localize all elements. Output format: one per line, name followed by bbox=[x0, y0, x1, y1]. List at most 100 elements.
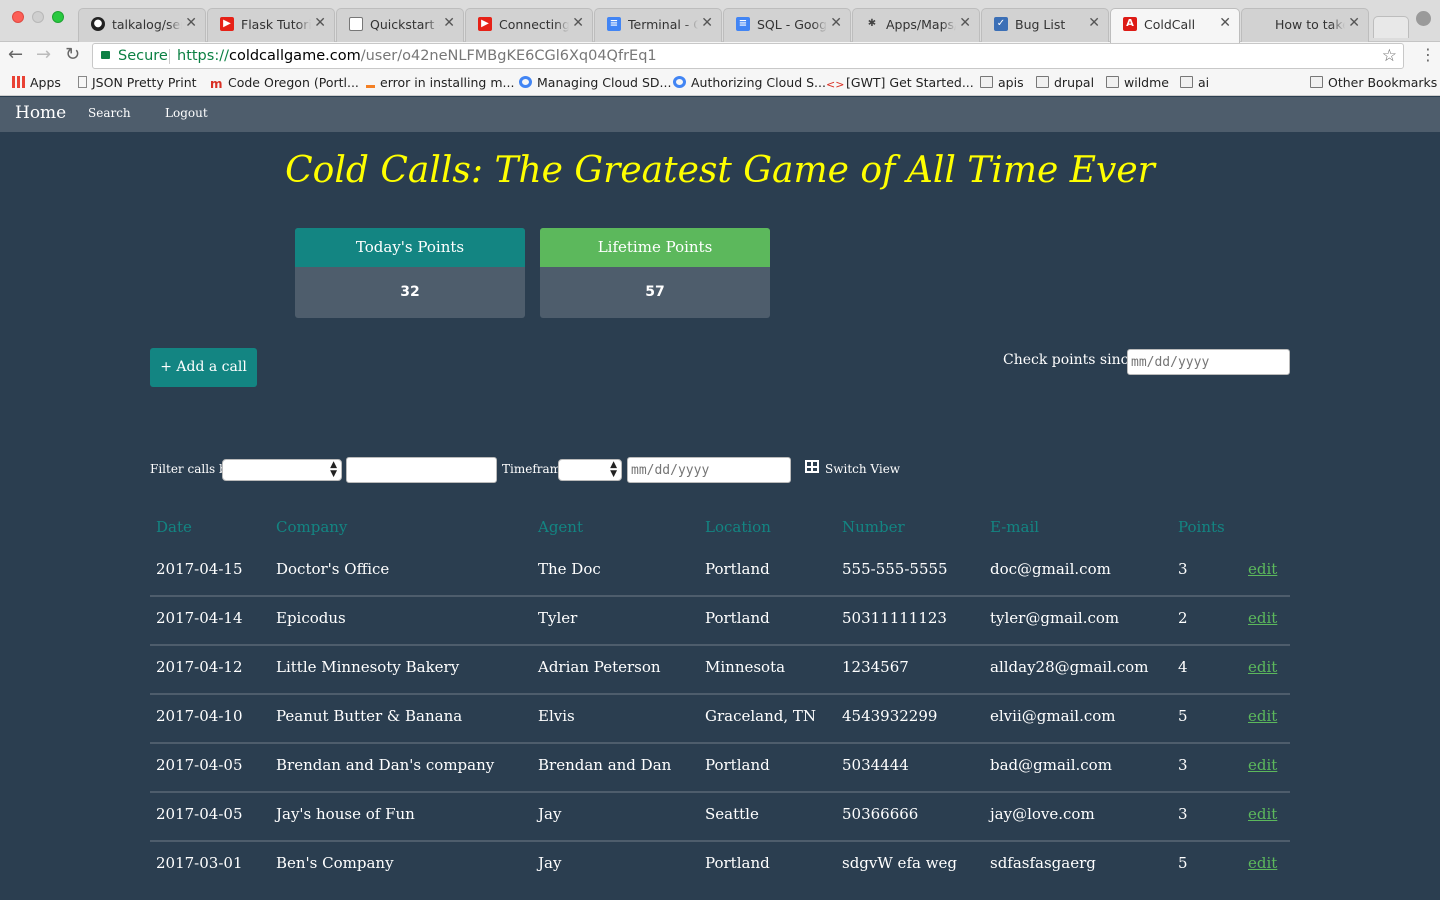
cell-number: sdgvW efa weg bbox=[842, 854, 958, 872]
cell-date: 2017-04-05 bbox=[156, 756, 243, 774]
col-company-header: Company bbox=[276, 518, 348, 536]
secure-label: Secure bbox=[118, 48, 168, 64]
cell-points: 2 bbox=[1178, 609, 1188, 627]
menu-icon[interactable]: ⋮ bbox=[1420, 45, 1436, 64]
browser-tab[interactable]: ≡SQL - Google✕ bbox=[723, 8, 851, 42]
close-tab-icon[interactable]: ✕ bbox=[1348, 15, 1360, 31]
select-arrows-icon: ▲ ▼ bbox=[330, 460, 337, 479]
star-icon[interactable]: ☆ bbox=[1382, 44, 1397, 68]
bookmark-json-pretty-print[interactable]: JSON Pretty Print bbox=[78, 75, 197, 91]
browser-tab[interactable]: ●talkalog/serv✕ bbox=[78, 8, 206, 42]
browser-tab[interactable]: ✱Apps/Maps/R✕ bbox=[852, 8, 980, 42]
close-window-button[interactable] bbox=[12, 11, 24, 23]
timeframe-date-input[interactable] bbox=[627, 457, 791, 483]
cell-date: 2017-04-12 bbox=[156, 658, 243, 676]
reload-icon[interactable]: ↻ bbox=[65, 45, 80, 65]
close-tab-icon[interactable]: ✕ bbox=[185, 15, 197, 31]
lifetime-points-value: 57 bbox=[645, 284, 665, 300]
address-divider bbox=[169, 49, 170, 64]
close-tab-icon[interactable]: ✕ bbox=[443, 15, 455, 31]
nav-home-link[interactable]: Home bbox=[15, 103, 66, 123]
filter-text-input[interactable] bbox=[346, 457, 497, 483]
nav-search-link[interactable]: Search bbox=[88, 106, 131, 120]
app-navbar: Home Search Logout bbox=[0, 97, 1440, 132]
folder-icon bbox=[1180, 76, 1193, 88]
new-tab-button[interactable] bbox=[1373, 16, 1409, 38]
edit-link[interactable]: edit bbox=[1248, 805, 1277, 823]
browser-tab[interactable]: ▶Connecting to✕ bbox=[465, 8, 593, 42]
cell-email: jay@love.com bbox=[990, 805, 1095, 823]
cell-number: 50366666 bbox=[842, 805, 919, 823]
filter-field-select[interactable]: ▲ ▼ bbox=[222, 459, 342, 481]
edit-link[interactable]: edit bbox=[1248, 756, 1277, 774]
browser-tab[interactable]: ≡Terminal - Go✕ bbox=[594, 8, 722, 42]
cell-location: Portland bbox=[705, 560, 770, 578]
apps-grid-icon bbox=[12, 76, 25, 88]
back-icon[interactable]: ← bbox=[8, 45, 23, 65]
timeframe-select[interactable]: ▲ ▼ bbox=[558, 459, 622, 481]
close-tab-icon[interactable]: ✕ bbox=[701, 15, 713, 31]
browser-tab[interactable]: How to take a✕ bbox=[1241, 8, 1369, 42]
add-call-button[interactable]: + Add a call bbox=[150, 348, 257, 387]
app-icon: ✱ bbox=[867, 18, 877, 29]
close-tab-icon[interactable]: ✕ bbox=[1088, 15, 1100, 31]
cell-company: Ben's Company bbox=[276, 854, 394, 872]
browser-tab[interactable]: ▶Flask Tutorial✕ bbox=[207, 8, 335, 42]
table-row: 2017-04-05 Jay's house of Fun Jay Seattle 50… bbox=[150, 793, 1290, 842]
bug-icon: ✓ bbox=[994, 17, 1008, 31]
profile-icon[interactable] bbox=[1416, 11, 1431, 26]
address-bar[interactable]: Secure https://coldcallgame.com/user/o42… bbox=[92, 43, 1404, 69]
document-icon bbox=[349, 17, 363, 31]
github-icon: ● bbox=[91, 17, 105, 31]
cell-agent: Jay bbox=[538, 805, 562, 823]
col-location-header: Location bbox=[705, 518, 771, 536]
edit-link[interactable]: edit bbox=[1248, 854, 1277, 872]
bookmark-folder-apis[interactable]: apis bbox=[980, 75, 1024, 91]
bookmark-apps[interactable]: Apps bbox=[12, 75, 61, 91]
minimize-window-button[interactable] bbox=[32, 11, 44, 23]
lock-icon bbox=[101, 51, 110, 59]
cell-company: Jay's house of Fun bbox=[276, 805, 415, 823]
bookmark-gwt[interactable]: <> [GWT] Get Started... bbox=[826, 75, 974, 91]
cell-email: doc@gmail.com bbox=[990, 560, 1111, 578]
edit-link[interactable]: edit bbox=[1248, 560, 1277, 578]
edit-link[interactable]: edit bbox=[1248, 658, 1277, 676]
forward-icon[interactable]: → bbox=[36, 45, 51, 65]
maximize-window-button[interactable] bbox=[52, 11, 64, 23]
bookmark-authorizing-cloud[interactable]: Authorizing Cloud S... bbox=[673, 75, 826, 91]
bookmark-folder-ai[interactable]: ai bbox=[1180, 75, 1209, 91]
bookmark-other-bookmarks[interactable]: Other Bookmarks bbox=[1310, 75, 1437, 91]
url-text: https://coldcallgame.com/user/o42neNLFMB… bbox=[177, 48, 657, 64]
edit-link[interactable]: edit bbox=[1248, 707, 1277, 725]
stackoverflow-icon bbox=[366, 76, 375, 88]
browser-tab[interactable]: Quickstart —✕ bbox=[336, 8, 464, 42]
cell-number: 555-555-5555 bbox=[842, 560, 948, 578]
close-tab-icon[interactable]: ✕ bbox=[1219, 15, 1231, 31]
browser-tab-bar: ●talkalog/serv✕ ▶Flask Tutorial✕ Quickst… bbox=[0, 0, 1440, 43]
gwt-icon: <> bbox=[826, 78, 845, 91]
cell-location: Portland bbox=[705, 609, 770, 627]
bookmark-folder-drupal[interactable]: drupal bbox=[1036, 75, 1094, 91]
cell-email: sdfasfasgaerg bbox=[990, 854, 1096, 872]
close-tab-icon[interactable]: ✕ bbox=[572, 15, 584, 31]
close-tab-icon[interactable]: ✕ bbox=[830, 15, 842, 31]
table-row: 2017-03-01 Ben's Company Jay Portland sdgvW … bbox=[150, 842, 1290, 891]
bookmark-folder-wildme[interactable]: wildme bbox=[1106, 75, 1169, 91]
bookmark-error-installing[interactable]: error in installing m... bbox=[366, 75, 514, 91]
cell-date: 2017-03-01 bbox=[156, 854, 243, 872]
google-docs-icon: ≡ bbox=[736, 17, 750, 31]
nav-logout-link[interactable]: Logout bbox=[165, 106, 208, 120]
bookmark-managing-cloud[interactable]: Managing Cloud SD... bbox=[519, 75, 671, 91]
edit-link[interactable]: edit bbox=[1248, 609, 1277, 627]
close-tab-icon[interactable]: ✕ bbox=[959, 15, 971, 31]
browser-tab[interactable]: ✓ Bug List ✕ bbox=[981, 8, 1109, 42]
close-tab-icon[interactable]: ✕ bbox=[314, 15, 326, 31]
grid-view-icon[interactable] bbox=[805, 460, 819, 473]
browser-tab-active[interactable]: A ColdCall ✕ bbox=[1110, 8, 1240, 43]
check-points-date-input[interactable] bbox=[1127, 349, 1290, 375]
bookmarks-bar: Apps JSON Pretty Print m Code Oregon (Por… bbox=[0, 70, 1440, 96]
bookmark-code-oregon[interactable]: m Code Oregon (Portl... bbox=[210, 75, 359, 91]
switch-view-button[interactable]: Switch View bbox=[825, 462, 900, 476]
apple-icon bbox=[1254, 17, 1268, 31]
todays-points-value: 32 bbox=[400, 284, 420, 300]
